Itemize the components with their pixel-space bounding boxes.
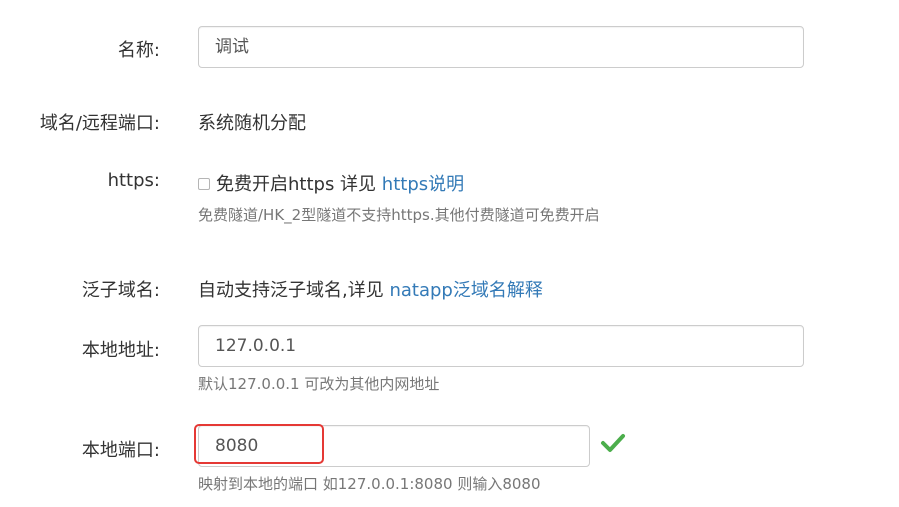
https-checkbox[interactable] [198, 177, 210, 190]
https-docs-link[interactable]: https说明 [382, 174, 464, 195]
wildcard-value: 自动支持泛子域名,详见 natapp泛域名解释 [198, 276, 543, 302]
domain-value: 系统随机分配 [198, 113, 306, 134]
https-checkbox-label[interactable]: 免费开启https 详见 [216, 174, 376, 195]
check-icon [601, 434, 625, 452]
wildcard-label: 泛子域名: [81, 280, 160, 301]
local-address-label: 本地地址: [81, 340, 160, 361]
https-help-text: 免费隧道/HK_2型隧道不支持https.其他付费隧道可免费开启 [198, 206, 600, 224]
local-address-help-text: 默认127.0.0.1 可改为其他内网地址 [198, 375, 440, 393]
name-input[interactable]: 调试 [198, 26, 804, 68]
wildcard-docs-link[interactable]: natapp泛域名解释 [389, 280, 542, 301]
domain-label: 域名/远程端口: [39, 113, 160, 134]
local-address-input[interactable]: 127.0.0.1 [198, 325, 804, 367]
https-option: 免费开启https 详见 https说明 [198, 170, 464, 196]
local-port-help-text: 映射到本地的端口 如127.0.0.1:8080 则输入8080 [198, 475, 541, 493]
local-port-label: 本地端口: [81, 440, 160, 461]
wildcard-text: 自动支持泛子域名,详见 [198, 280, 384, 301]
highlight-box [194, 424, 324, 464]
https-label: https: [107, 170, 160, 191]
name-label: 名称: [117, 40, 160, 61]
